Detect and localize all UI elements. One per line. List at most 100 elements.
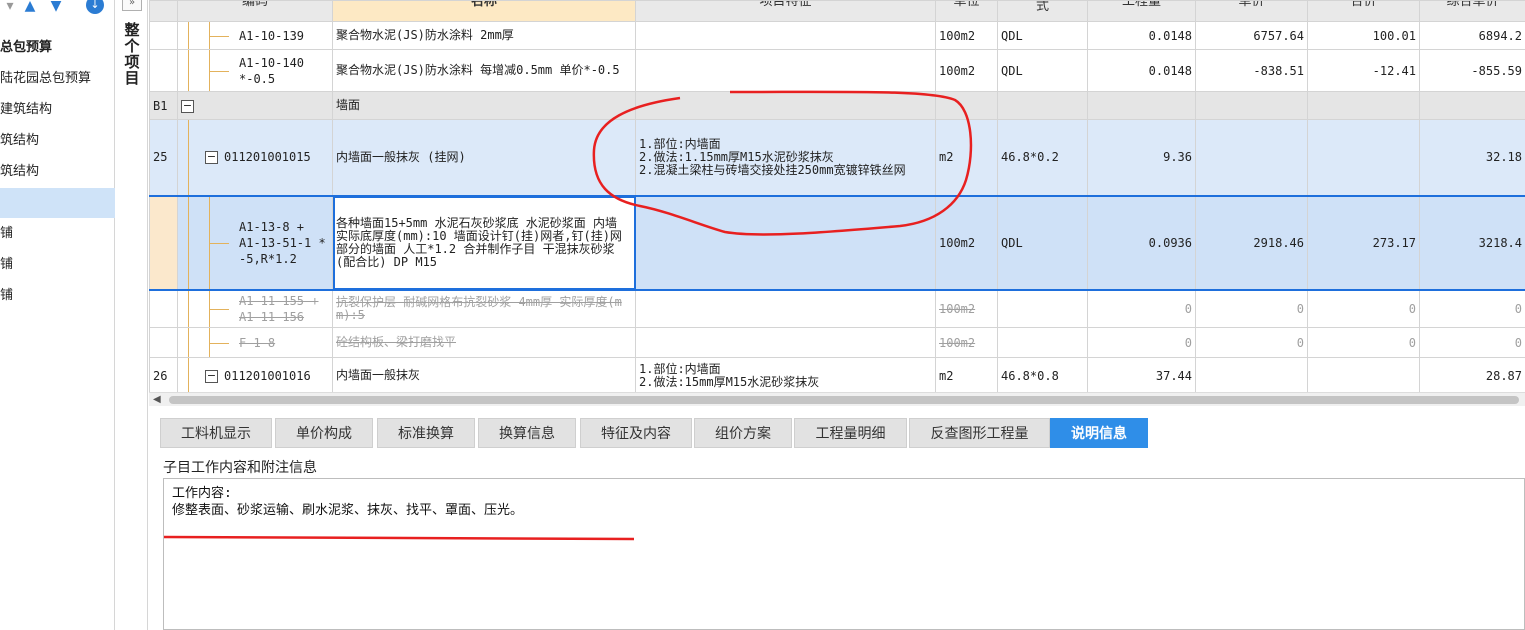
table-row[interactable]: A1-10-140 *-0.5 聚合物水泥(JS)防水涂料 每增减0.5mm 单价… [149, 49, 1525, 92]
code-cell[interactable]: − [177, 91, 333, 120]
tree-item[interactable] [0, 188, 115, 218]
unit-cell[interactable]: 100m2 [935, 194, 998, 291]
tree-item[interactable]: 陆花园总包预算 [0, 64, 115, 94]
tree-item[interactable]: 建筑结构 [0, 95, 115, 125]
unit-cell[interactable]: 100m2 [935, 49, 998, 92]
feature-cell[interactable] [635, 21, 936, 50]
unit-cell[interactable]: 100m2 [935, 327, 998, 358]
code-cell[interactable]: −011201001016 [177, 357, 333, 392]
total-cell[interactable]: 273.17 [1307, 194, 1420, 291]
unitprice-cell[interactable]: 6894.2 [1419, 21, 1525, 50]
row-number-cell[interactable] [149, 327, 178, 358]
unitprice-cell[interactable] [1419, 91, 1525, 120]
price-cell[interactable] [1195, 357, 1308, 392]
table-row[interactable]: A1-11-155 + A1-11-156 抗裂保护层 耐碱网格布抗裂砂浆 4mm… [149, 289, 1525, 328]
unitprice-cell[interactable]: 28.87 [1419, 357, 1525, 392]
tree-item[interactable]: 铺 [0, 281, 115, 311]
name-cell[interactable]: 内墙面一般抹灰 (挂网) [332, 119, 636, 196]
dropdown-arrow-icon[interactable]: ▾ [2, 0, 18, 14]
name-cell[interactable]: 抗裂保护层 耐碱网格布抗裂砂浆 4mm厚 实际厚度(mm):5 [332, 289, 636, 328]
tab-2[interactable]: 标准换算 [377, 418, 475, 448]
unitprice-cell[interactable]: 0 [1419, 327, 1525, 358]
name-cell[interactable]: 砼结构板、梁打磨找平 [332, 327, 636, 358]
tab-8[interactable]: 说明信息 [1050, 418, 1148, 448]
scrollbar-thumb[interactable] [169, 396, 1519, 404]
header-unitprice[interactable]: 综合单价 [1419, 0, 1525, 22]
name-cell[interactable]: 聚合物水泥(JS)防水涂料 每增减0.5mm 单价*-0.5 [332, 49, 636, 92]
collapse-node-icon[interactable]: − [205, 151, 218, 165]
formula-cell[interactable]: QDL [997, 49, 1088, 92]
arrow-up-icon[interactable]: ▲ [22, 0, 38, 14]
download-circle-icon[interactable]: ↓ [86, 0, 104, 14]
unitprice-cell[interactable]: 0 [1419, 289, 1525, 328]
table-row[interactable]: F-1-8 砼结构板、梁打磨找平 100m2 0 0 0 0 [149, 327, 1525, 358]
quantity-cell[interactable] [1087, 91, 1196, 120]
feature-cell[interactable] [635, 327, 936, 358]
quantity-cell[interactable]: 0.0936 [1087, 194, 1196, 291]
formula-cell[interactable]: QDL [997, 194, 1088, 291]
quantity-cell[interactable]: 0.0148 [1087, 49, 1196, 92]
quantity-cell[interactable]: 0 [1087, 289, 1196, 328]
price-cell[interactable]: 6757.64 [1195, 21, 1308, 50]
feature-cell[interactable] [635, 49, 936, 92]
collapse-node-icon[interactable]: − [205, 369, 218, 383]
unit-cell[interactable] [935, 91, 998, 120]
table-row[interactable]: A1-13-8 + A1-13-51-1 * -5,R*1.2 各种墙面15+5m… [149, 194, 1525, 291]
price-cell[interactable] [1195, 91, 1308, 120]
price-cell[interactable]: 2918.46 [1195, 194, 1308, 291]
tab-7[interactable]: 反查图形工程量 [909, 418, 1050, 448]
code-cell[interactable]: −011201001015 [177, 119, 333, 196]
table-row[interactable]: 26−011201001016 内墙面一般抹灰 1.部位:内墙面 2.做法:15mm… [149, 357, 1525, 392]
arrow-down-icon[interactable]: ▼ [48, 0, 64, 14]
total-cell[interactable] [1307, 357, 1420, 392]
table-row[interactable]: A1-10-139 聚合物水泥(JS)防水涂料 2mm厚 100m2 QDL 0.014… [149, 21, 1525, 50]
quantity-cell[interactable]: 9.36 [1087, 119, 1196, 196]
total-cell[interactable]: -12.41 [1307, 49, 1420, 92]
header-formula[interactable]: 式 [997, 0, 1088, 22]
row-number-cell[interactable] [149, 21, 178, 50]
row-number-cell[interactable] [149, 289, 178, 328]
quantity-cell[interactable]: 37.44 [1087, 357, 1196, 392]
header-price[interactable]: 单价 [1195, 0, 1308, 22]
formula-cell[interactable] [997, 327, 1088, 358]
name-cell[interactable]: 墙面 [332, 91, 636, 120]
formula-cell[interactable]: QDL [997, 21, 1088, 50]
formula-cell[interactable] [997, 91, 1088, 120]
expand-panel-button[interactable]: » [122, 0, 142, 11]
tree-item[interactable]: 筑结构 [0, 126, 115, 156]
header-code[interactable]: 编码 [177, 0, 333, 22]
tree-item[interactable]: 铺 [0, 250, 115, 280]
header-unit[interactable]: 单位 [935, 0, 998, 22]
row-number-cell[interactable]: B1 [149, 91, 178, 120]
feature-cell[interactable] [635, 194, 936, 291]
scroll-left-icon[interactable]: ◀ [153, 393, 161, 407]
table-row[interactable]: 25−011201001015 内墙面一般抹灰 (挂网) 1.部位:内墙面 2.做法… [149, 119, 1525, 196]
price-cell[interactable]: 0 [1195, 289, 1308, 328]
code-cell[interactable]: F-1-8 [177, 327, 333, 358]
total-cell[interactable]: 100.01 [1307, 21, 1420, 50]
unit-cell[interactable]: m2 [935, 119, 998, 196]
horizontal-scrollbar[interactable]: ◀ [149, 392, 1525, 406]
tree-item[interactable]: 铺 [0, 219, 115, 249]
unitprice-cell[interactable]: 32.18 [1419, 119, 1525, 196]
code-cell[interactable]: A1-13-8 + A1-13-51-1 * -5,R*1.2 [177, 194, 333, 291]
price-cell[interactable]: 0 [1195, 327, 1308, 358]
name-cell[interactable]: 内墙面一般抹灰 [332, 357, 636, 392]
formula-cell[interactable] [997, 289, 1088, 328]
quantity-cell[interactable]: 0 [1087, 327, 1196, 358]
total-cell[interactable] [1307, 91, 1420, 120]
header-name[interactable]: 名称 [332, 0, 636, 22]
tab-6[interactable]: 工程量明细 [794, 418, 907, 448]
row-number-cell[interactable] [149, 194, 178, 291]
unit-cell[interactable]: m2 [935, 357, 998, 392]
tab-5[interactable]: 组价方案 [694, 418, 792, 448]
feature-cell[interactable]: 1.部位:内墙面 2.做法:1.15mm厚M15水泥砂浆抹灰 2.混凝土梁柱与砖… [635, 119, 936, 196]
feature-cell[interactable]: 1.部位:内墙面 2.做法:15mm厚M15水泥砂浆抹灰 [635, 357, 936, 392]
code-cell[interactable]: A1-10-139 [177, 21, 333, 50]
unitprice-cell[interactable]: 3218.4 [1419, 194, 1525, 291]
price-cell[interactable]: -838.51 [1195, 49, 1308, 92]
table-row[interactable]: B1− 墙面 [149, 91, 1525, 120]
work-content-textarea[interactable]: 工作内容: 修整表面、砂浆运输、刷水泥浆、抹灰、找平、罩面、压光。 [163, 478, 1525, 630]
formula-cell[interactable]: 46.8*0.8 [997, 357, 1088, 392]
unitprice-cell[interactable]: -855.59 [1419, 49, 1525, 92]
